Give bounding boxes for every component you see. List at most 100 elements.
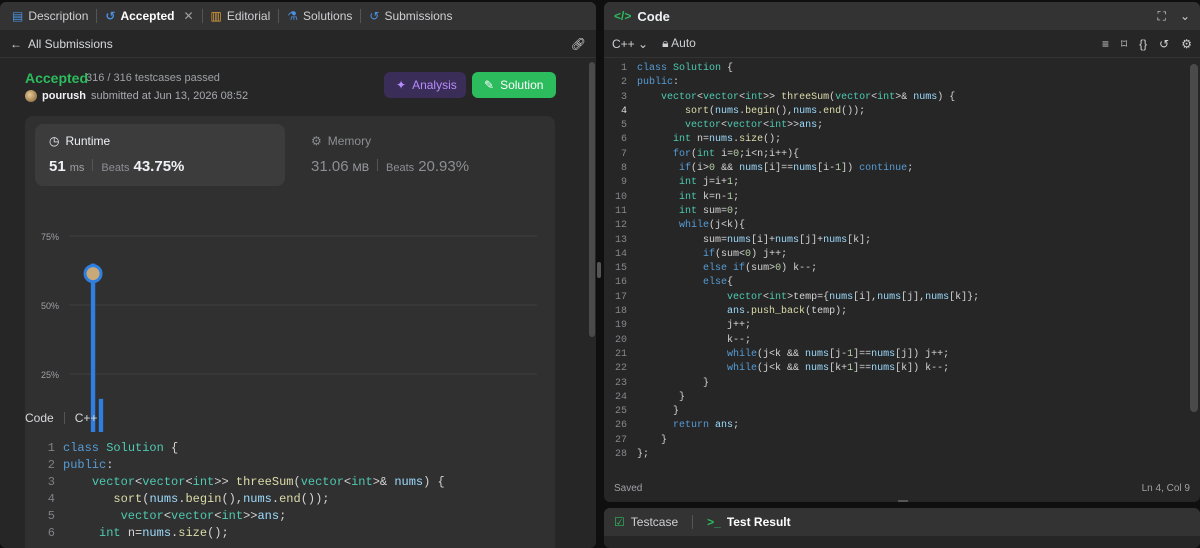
tab-test-result-label: Test Result	[726, 515, 791, 529]
mode-indicator[interactable]: 🔒︎ Auto	[662, 36, 696, 51]
code-text: class Solution {	[637, 63, 734, 74]
code-editor[interactable]: 1 class Solution {2 public: 3 vector<vector…	[604, 62, 1200, 466]
settings-icon[interactable]: ⚙︎	[1181, 37, 1192, 51]
editor-line[interactable]: 25 }	[604, 405, 1200, 419]
line-number: 6	[620, 134, 627, 146]
fullscreen-icon[interactable]: ⛶	[1158, 9, 1166, 24]
clock-icon: ◷	[49, 134, 60, 148]
link-icon[interactable]: 🔗︎	[571, 37, 586, 51]
scrollbar[interactable]	[589, 62, 595, 337]
tab-testcase[interactable]: ☑ Testcase	[614, 515, 678, 529]
code-text: sort(nums.begin(),nums.end());	[685, 105, 866, 117]
editor-line[interactable]: 19 j++;	[604, 319, 1200, 333]
tab-accepted[interactable]: ↺ Accepted ✕	[97, 2, 201, 30]
code-label: Code	[25, 411, 54, 425]
editor-line[interactable]: 9 int j=i+1;	[604, 176, 1200, 190]
code-text: ans.push_back(temp);	[727, 306, 848, 318]
memory-value: 31.06	[311, 158, 349, 175]
editor-line[interactable]: 20 k--;	[604, 334, 1200, 348]
code-line: 6 int n=nums.size();	[25, 525, 555, 542]
code-text: };	[637, 449, 650, 461]
editor-line[interactable]: 3 vector<vector<int>> threeSum(vector<in…	[604, 91, 1200, 105]
editor-line[interactable]: 17 vector<int>temp={nums[i],nums[j],nums…	[604, 291, 1200, 305]
y-tick-label: 25%	[41, 370, 59, 380]
line-number: 22	[614, 363, 627, 375]
username[interactable]: pourush	[42, 90, 86, 102]
console-tabs: ☑ Testcase >_ Test Result	[604, 508, 1200, 536]
editor-line[interactable]: 5 vector<vector<int>>ans;	[604, 119, 1200, 133]
arrow-left-icon: ←	[10, 36, 22, 51]
panel-resize-handle[interactable]	[597, 262, 601, 278]
runtime-distribution-chart[interactable]: 75%50%25%0%11ms171ms332ms492ms653ms814ms…	[25, 196, 555, 456]
editor-line[interactable]: 22 while(j<k && nums[k+1]==nums[k]) k--;	[604, 362, 1200, 376]
editor-line[interactable]: 8 if(i>0 && nums[i]==nums[i-1]) continue…	[604, 162, 1200, 176]
edit-icon: ✎	[484, 78, 495, 92]
editor-line[interactable]: 23 }	[604, 377, 1200, 391]
editor-line[interactable]: 11 int sum=0;	[604, 205, 1200, 219]
lock-icon: 🔒︎	[662, 36, 669, 50]
tab-editorial[interactable]: ▥ Editorial	[203, 2, 279, 30]
line-number: 12	[614, 220, 627, 232]
runtime-beats-label: Beats	[101, 162, 130, 174]
code-text: for(int i=0;i<n;i++){	[673, 148, 800, 160]
editor-line[interactable]: 4 sort(nums.begin(),nums.end());	[604, 105, 1200, 119]
minimize-icon[interactable]: ⌄	[1180, 9, 1190, 24]
code-line: 5 vector<vector<int>>ans;	[25, 508, 555, 525]
editor-line[interactable]: 16 else{	[604, 276, 1200, 290]
save-status: Saved	[614, 482, 643, 494]
editor-line[interactable]: 7 for(int i=0;i<n;i++){	[604, 148, 1200, 162]
tab-test-result[interactable]: >_ Test Result	[707, 515, 790, 529]
line-number: 6	[47, 526, 55, 540]
history-icon: ↺	[105, 9, 116, 23]
editor-line[interactable]: 27 }	[604, 434, 1200, 448]
editor-line[interactable]: 26 return ans;	[604, 419, 1200, 433]
editor-line[interactable]: 15 else if(sum>0) k--;	[604, 262, 1200, 276]
bookmark-icon[interactable]: ⌑	[1121, 37, 1127, 51]
submitted-code[interactable]: 1 class Solution {2 public: 3 vector<vector…	[25, 432, 555, 548]
chevron-down-icon: ⌄	[638, 36, 649, 51]
memory-beats-label: Beats	[386, 162, 415, 174]
editor-line[interactable]: 21 while(j<k && nums[j-1]==nums[j]) j++;	[604, 348, 1200, 362]
close-icon[interactable]: ✕	[183, 9, 193, 23]
back-label: All Submissions	[28, 36, 113, 51]
code-text: int sum=0;	[679, 205, 740, 217]
editor-toolbar: C++ ⌄ 🔒︎ Auto ≡ ⌑ {} ↺ ⚙︎	[604, 30, 1200, 58]
code-line: 3 vector<vector<int>> threeSum(vector<in…	[25, 474, 555, 491]
tab-editorial-label: Editorial	[226, 9, 271, 23]
editor-title: Code	[637, 8, 670, 24]
runtime-card[interactable]: ◷ Runtime 51 ms Beats 43.75%	[35, 124, 285, 186]
tab-description[interactable]: ▤ Description	[4, 2, 96, 30]
memory-card[interactable]: ⚙︎ Memory 31.06 MB Beats 20.93%	[297, 124, 547, 186]
braces-icon[interactable]: {}	[1139, 37, 1147, 51]
editor-line[interactable]: 24 }	[604, 391, 1200, 405]
editor-line[interactable]: 2 public:	[604, 76, 1200, 90]
editor-line[interactable]: 10 int k=n-1;	[604, 191, 1200, 205]
code-text: }	[637, 391, 686, 403]
analysis-button[interactable]: ✦ Analysis	[384, 72, 466, 98]
language-select[interactable]: C++ ⌄	[612, 37, 648, 51]
reset-icon[interactable]: ↺	[1159, 37, 1169, 51]
format-icon[interactable]: ≡	[1102, 37, 1109, 51]
tab-solutions[interactable]: ⚗ Solutions	[279, 2, 360, 30]
editor-line[interactable]: 18 ans.push_back(temp);	[604, 305, 1200, 319]
code-editor-panel: </> Code ⛶ ⌄ C++ ⌄ 🔒︎ Auto ≡ ⌑ {} ↺ ⚙︎ 1…	[604, 2, 1200, 502]
editor-line[interactable]: 14 if(sum<0) j++;	[604, 248, 1200, 262]
tab-submissions[interactable]: ↺ Submissions	[361, 2, 460, 30]
line-number: 27	[614, 434, 627, 446]
editor-line[interactable]: 1 class Solution {	[604, 62, 1200, 76]
editor-line[interactable]: 6 int n=nums.size();	[604, 133, 1200, 147]
solution-button[interactable]: ✎ Solution	[472, 72, 556, 98]
code-text: vector<int>temp={nums[i],nums[j],nums[k]…	[727, 291, 980, 303]
back-to-submissions[interactable]: ← All Submissions	[10, 37, 113, 51]
line-number: 15	[614, 263, 627, 275]
editor-line[interactable]: 12 while(j<k){	[604, 219, 1200, 233]
editor-scrollbar[interactable]	[1190, 64, 1198, 412]
editor-line[interactable]: 28};	[604, 448, 1200, 462]
user-avatar-marker	[83, 264, 103, 284]
avatar[interactable]	[25, 90, 37, 102]
status-accepted: Accepted	[25, 70, 89, 86]
editor-line[interactable]: 13 sum=nums[i]+nums[j]+nums[k];	[604, 234, 1200, 248]
resize-handle[interactable]	[898, 500, 908, 502]
line-number: 4	[620, 105, 627, 117]
code-text: while(j<k && nums[k+1]==nums[k]) k--;	[727, 363, 950, 375]
